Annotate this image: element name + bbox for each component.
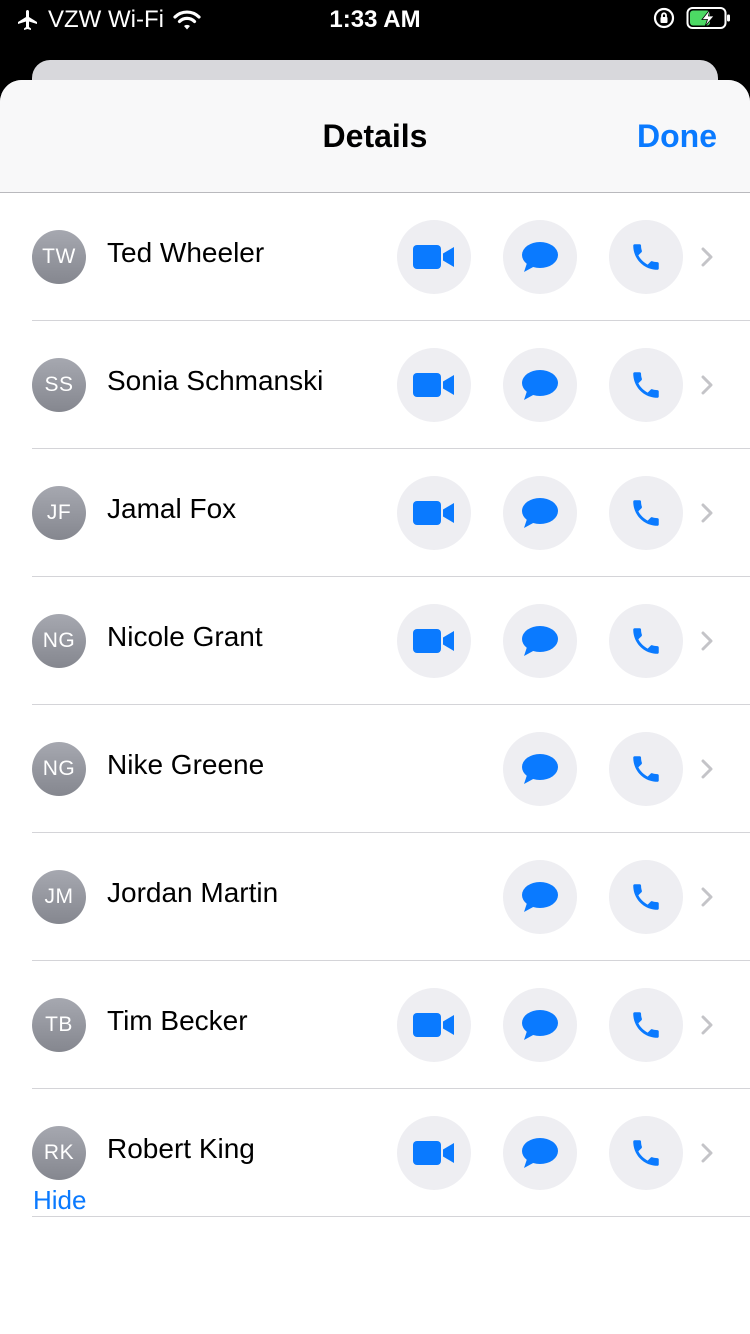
contact-row[interactable]: JF Jamal Fox bbox=[0, 449, 750, 577]
video-call-button[interactable] bbox=[397, 988, 471, 1062]
message-icon bbox=[522, 370, 558, 400]
contact-row[interactable]: JM Jordan Martin bbox=[0, 833, 750, 961]
message-icon bbox=[522, 754, 558, 784]
status-bar: VZW Wi-Fi 1:33 AM bbox=[0, 0, 750, 40]
phone-icon bbox=[633, 1140, 659, 1166]
video-icon bbox=[413, 501, 454, 525]
video-call-button[interactable] bbox=[397, 348, 471, 422]
video-icon bbox=[413, 629, 454, 653]
message-icon bbox=[522, 242, 558, 272]
message-button[interactable] bbox=[503, 348, 577, 422]
message-button[interactable] bbox=[503, 860, 577, 934]
video-icon bbox=[413, 1141, 454, 1165]
contact-name: Tim Becker bbox=[107, 1005, 248, 1036]
contact-name: Robert King bbox=[107, 1133, 255, 1164]
status-right bbox=[652, 6, 732, 30]
contact-name: Nicole Grant bbox=[107, 621, 263, 652]
message-icon bbox=[522, 498, 558, 528]
chevron-right-icon[interactable] bbox=[698, 1137, 718, 1169]
video-icon bbox=[413, 245, 454, 269]
message-button[interactable] bbox=[503, 1116, 577, 1190]
contact-row[interactable]: RK Robert King bbox=[0, 1089, 750, 1217]
message-icon bbox=[522, 1010, 558, 1040]
contact-name: Jordan Martin bbox=[107, 877, 279, 908]
phone-icon bbox=[633, 628, 659, 654]
call-button[interactable] bbox=[609, 348, 683, 422]
chevron-right-icon[interactable] bbox=[698, 241, 718, 273]
details-sheet: Details Done TW Ted Wheeler SS Sonia Schman… bbox=[0, 80, 750, 1334]
call-button[interactable] bbox=[609, 988, 683, 1062]
chevron-right-icon[interactable] bbox=[698, 753, 718, 785]
battery-charging-icon bbox=[686, 7, 730, 29]
video-call-button[interactable] bbox=[397, 604, 471, 678]
avatar: RK bbox=[32, 1126, 86, 1180]
chevron-right-icon[interactable] bbox=[698, 369, 718, 401]
avatar: TB bbox=[32, 998, 86, 1052]
chevron-right-icon[interactable] bbox=[698, 1009, 718, 1041]
contact-row[interactable]: TB Tim Becker bbox=[0, 961, 750, 1089]
avatar: TW bbox=[32, 230, 86, 284]
contact-name: Ted Wheeler bbox=[107, 237, 265, 268]
call-button[interactable] bbox=[609, 604, 683, 678]
avatar: SS bbox=[32, 358, 86, 412]
message-button[interactable] bbox=[503, 732, 577, 806]
video-icon bbox=[413, 373, 454, 397]
phone-icon bbox=[633, 884, 659, 910]
done-button[interactable]: Done bbox=[637, 118, 717, 155]
video-call-button[interactable] bbox=[397, 220, 471, 294]
chevron-right-icon[interactable] bbox=[698, 625, 718, 657]
video-call-button[interactable] bbox=[397, 476, 471, 550]
message-icon bbox=[522, 1138, 558, 1168]
phone-icon bbox=[633, 500, 659, 526]
phone-icon bbox=[633, 756, 659, 782]
chevron-right-icon[interactable] bbox=[698, 497, 718, 529]
nav-bar: Details Done bbox=[0, 80, 750, 193]
avatar: NG bbox=[32, 614, 86, 668]
call-button[interactable] bbox=[609, 732, 683, 806]
message-icon bbox=[522, 626, 558, 656]
contact-row[interactable]: SS Sonia Schmanski bbox=[0, 321, 750, 449]
phone-icon bbox=[633, 1012, 659, 1038]
contact-name: Jamal Fox bbox=[107, 493, 237, 524]
avatar: JF bbox=[32, 486, 86, 540]
call-button[interactable] bbox=[609, 1116, 683, 1190]
message-icon bbox=[522, 882, 558, 912]
contact-name: Nike Greene bbox=[107, 749, 265, 780]
contact-row[interactable]: TW Ted Wheeler bbox=[0, 193, 750, 321]
status-time: 1:33 AM bbox=[329, 6, 421, 33]
contact-row[interactable]: NG Nike Greene bbox=[0, 705, 750, 833]
orientation-lock-icon bbox=[653, 7, 675, 29]
contact-row[interactable]: NG Nicole Grant bbox=[0, 577, 750, 705]
message-button[interactable] bbox=[503, 988, 577, 1062]
phone-icon bbox=[633, 372, 659, 398]
call-button[interactable] bbox=[609, 220, 683, 294]
message-button[interactable] bbox=[503, 604, 577, 678]
video-icon bbox=[413, 1013, 454, 1037]
contact-list: TW Ted Wheeler SS Sonia Schmanski JF Jamal Fo… bbox=[0, 193, 750, 1217]
call-button[interactable] bbox=[609, 860, 683, 934]
message-button[interactable] bbox=[503, 476, 577, 550]
phone-icon bbox=[633, 244, 659, 270]
chevron-right-icon[interactable] bbox=[698, 881, 718, 913]
contact-name: Sonia Schmanski bbox=[107, 365, 324, 396]
video-call-button[interactable] bbox=[397, 1116, 471, 1190]
call-button[interactable] bbox=[609, 476, 683, 550]
avatar: JM bbox=[32, 870, 86, 924]
message-button[interactable] bbox=[503, 220, 577, 294]
hide-button[interactable]: Hide bbox=[33, 1185, 86, 1216]
avatar: NG bbox=[32, 742, 86, 796]
